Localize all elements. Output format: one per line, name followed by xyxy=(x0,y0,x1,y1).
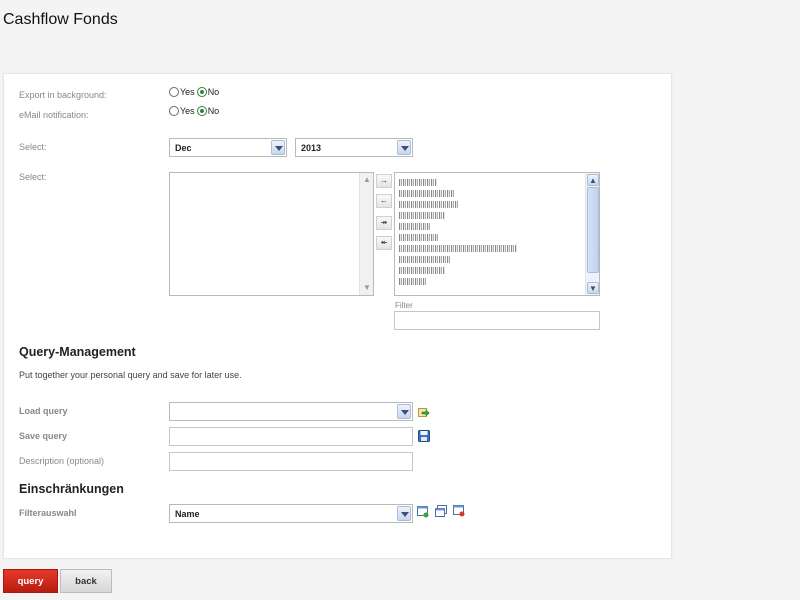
move-all-right-button[interactable]: ↠ xyxy=(376,216,392,230)
list-item[interactable] xyxy=(399,234,439,241)
chevron-down-icon[interactable] xyxy=(271,140,285,155)
year-select-value: 2013 xyxy=(301,143,322,153)
export-form-panel: Export in background: Yes No eMail notif… xyxy=(3,73,672,559)
scroll-up-icon[interactable]: ▲ xyxy=(361,174,373,186)
move-all-left-button[interactable]: ↞ xyxy=(376,236,392,250)
period-select-label: Select: xyxy=(19,142,47,152)
list-item[interactable] xyxy=(399,223,431,230)
export-background-no-label: No xyxy=(207,87,220,97)
email-notification-yes-radio[interactable] xyxy=(169,106,179,116)
selected-list-scrollbar[interactable]: ▲ ▼ xyxy=(585,173,599,295)
filter-selection-select[interactable]: Name xyxy=(169,504,413,523)
filter-selection-label: Filterauswahl xyxy=(19,508,77,518)
load-arrow-icon[interactable] xyxy=(418,406,430,418)
load-query-select[interactable] xyxy=(169,402,413,421)
month-select-value: Dec xyxy=(175,143,192,153)
list-item[interactable] xyxy=(399,179,437,186)
scroll-down-icon[interactable]: ▼ xyxy=(587,282,599,294)
list-select-label: Select: xyxy=(19,172,47,182)
description-input[interactable] xyxy=(169,452,413,471)
save-query-input[interactable] xyxy=(169,427,413,446)
export-background-no-radio[interactable] xyxy=(196,87,207,97)
email-notification-radio-group: Yes No xyxy=(169,106,221,116)
chevron-down-icon[interactable] xyxy=(397,404,411,419)
available-list-scrollbar[interactable]: ▲ ▼ xyxy=(359,173,373,295)
list-item[interactable] xyxy=(399,278,427,285)
available-items-list[interactable]: ▲ ▼ xyxy=(169,172,374,296)
export-background-yes-radio[interactable] xyxy=(169,87,179,97)
email-notification-no-radio[interactable] xyxy=(196,106,207,116)
export-background-yes-label: Yes xyxy=(180,87,195,97)
query-management-title: Query-Management xyxy=(19,345,136,359)
email-notification-yes-label: Yes xyxy=(180,106,195,116)
query-button[interactable]: query xyxy=(3,569,58,593)
filter-selection-value: Name xyxy=(175,509,200,519)
list-item[interactable] xyxy=(399,201,459,208)
restrictions-title: Einschränkungen xyxy=(19,482,124,496)
chevron-down-icon[interactable] xyxy=(397,506,411,521)
email-notification-no-label: No xyxy=(207,106,220,116)
load-query-label: Load query xyxy=(19,406,68,416)
add-filter-icon[interactable] xyxy=(417,506,429,518)
page-title: Cashflow Fonds xyxy=(3,11,118,28)
email-notification-label: eMail notification: xyxy=(19,110,89,120)
scroll-down-icon[interactable]: ▼ xyxy=(361,282,373,294)
list-item[interactable] xyxy=(399,245,517,252)
list-item[interactable] xyxy=(399,212,445,219)
selected-items-list[interactable]: ▲ ▼ xyxy=(394,172,600,296)
delete-filter-icon[interactable] xyxy=(453,505,465,517)
list-filter-input[interactable] xyxy=(394,311,600,330)
floppy-disk-icon[interactable] xyxy=(418,430,430,442)
list-item[interactable] xyxy=(399,256,451,263)
back-button[interactable]: back xyxy=(60,569,112,593)
copy-filter-icon[interactable] xyxy=(435,505,447,517)
list-item[interactable] xyxy=(399,267,445,274)
description-label: Description (optional) xyxy=(19,456,105,466)
move-right-button[interactable]: → xyxy=(376,174,392,188)
month-select[interactable]: Dec xyxy=(169,138,287,157)
query-management-description: Put together your personal query and sav… xyxy=(19,370,242,380)
scroll-up-icon[interactable]: ▲ xyxy=(587,174,599,186)
list-item[interactable] xyxy=(399,190,455,197)
year-select[interactable]: 2013 xyxy=(295,138,413,157)
filter-label: Filter xyxy=(395,301,413,310)
move-left-button[interactable]: ← xyxy=(376,194,392,208)
export-background-radio-group: Yes No xyxy=(169,87,221,97)
scroll-thumb[interactable] xyxy=(587,187,599,273)
chevron-down-icon[interactable] xyxy=(397,140,411,155)
save-query-label: Save query xyxy=(19,431,68,441)
export-background-label: Export in background: xyxy=(19,90,107,100)
